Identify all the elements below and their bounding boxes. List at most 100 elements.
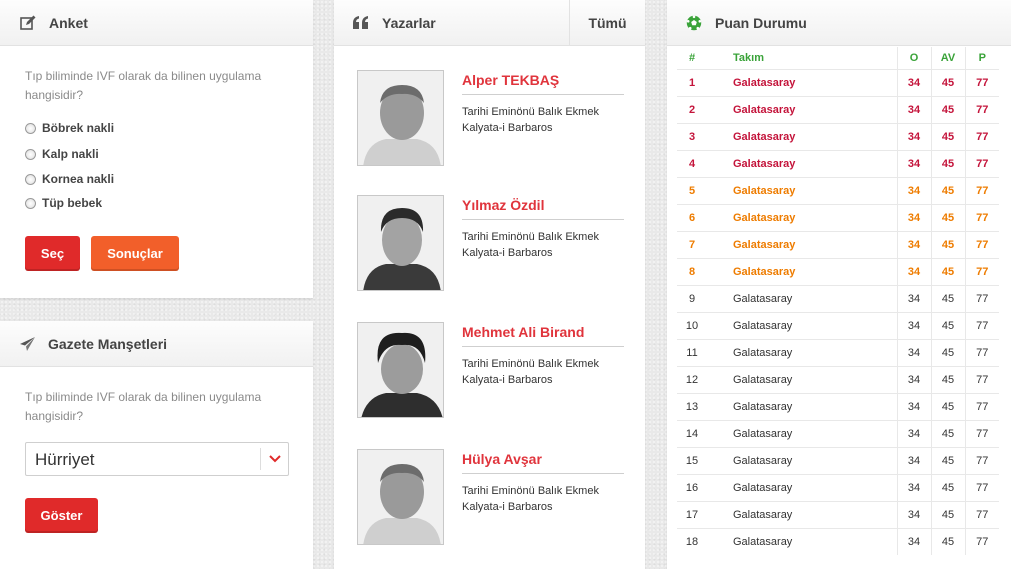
average-cell: 45 bbox=[930, 284, 965, 312]
rank-cell: 16 bbox=[677, 473, 707, 501]
team-name-cell: Galatasaray bbox=[707, 68, 897, 96]
author-article-title[interactable]: Tarihi Eminönü Balık Ekmek Kalyata-i Bar… bbox=[462, 229, 627, 261]
poll-header: Anket bbox=[0, 0, 313, 46]
played-cell: 34 bbox=[896, 230, 931, 258]
column-header-rank: # bbox=[677, 47, 707, 70]
played-cell: 34 bbox=[896, 176, 931, 204]
author-item[interactable]: Mehmet Ali Birand Tarihi Eminönü Balık E… bbox=[357, 322, 627, 418]
team-name-cell: Galatasaray bbox=[707, 230, 897, 258]
author-article-title[interactable]: Tarihi Eminönü Balık Ekmek Kalyata-i Bar… bbox=[462, 356, 627, 388]
table-row: 12 Galatasaray 34 45 77 bbox=[677, 365, 999, 393]
standings-title: Puan Durumu bbox=[715, 14, 807, 31]
column-header-average: AV bbox=[930, 47, 965, 70]
average-cell: 45 bbox=[930, 203, 965, 231]
average-cell: 45 bbox=[930, 95, 965, 123]
divider bbox=[462, 473, 624, 474]
all-authors-link[interactable]: Tümü bbox=[569, 0, 645, 46]
rank-cell: 15 bbox=[677, 446, 707, 474]
team-name-cell: Galatasaray bbox=[707, 473, 897, 501]
author-item[interactable]: Yılmaz Özdil Tarihi Eminönü Balık Ekmek … bbox=[357, 195, 627, 291]
quote-icon bbox=[352, 14, 370, 32]
rank-cell: 11 bbox=[677, 338, 707, 366]
points-cell: 77 bbox=[964, 527, 999, 555]
team-name-cell: Galatasaray bbox=[707, 149, 897, 177]
rank-cell: 13 bbox=[677, 392, 707, 420]
author-photo[interactable] bbox=[357, 449, 444, 545]
soccer-ball-icon bbox=[685, 14, 703, 32]
rank-cell: 7 bbox=[677, 230, 707, 258]
radio-button[interactable] bbox=[25, 197, 36, 209]
radio-button[interactable] bbox=[25, 148, 36, 160]
author-item[interactable]: Alper TEKBAŞ Tarihi Eminönü Balık Ekmek … bbox=[357, 70, 627, 166]
authors-header: Yazarlar Tümü bbox=[334, 0, 645, 46]
played-cell: 34 bbox=[896, 419, 931, 447]
poll-option-label: Kornea nakli bbox=[42, 172, 115, 186]
rank-cell: 8 bbox=[677, 257, 707, 285]
divider bbox=[462, 94, 624, 95]
average-cell: 45 bbox=[930, 149, 965, 177]
points-cell: 77 bbox=[964, 284, 999, 312]
vote-button[interactable]: Seç bbox=[25, 236, 80, 271]
paper-plane-icon bbox=[18, 335, 36, 353]
standings-panel: Puan Durumu # Takım O AV P 1 Galatasaray 3… bbox=[667, 0, 1011, 569]
author-photo[interactable] bbox=[357, 195, 444, 291]
author-item[interactable]: Hülya Avşar Tarihi Eminönü Balık Ekmek K… bbox=[357, 449, 627, 545]
played-cell: 34 bbox=[896, 365, 931, 393]
table-row: 6 Galatasaray 34 45 77 bbox=[677, 203, 999, 231]
poll-option-1[interactable]: Böbrek nakli bbox=[25, 121, 114, 135]
poll-option-4[interactable]: Tüp bebek bbox=[25, 196, 102, 210]
poll-option-3[interactable]: Kornea nakli bbox=[25, 172, 114, 186]
played-cell: 34 bbox=[896, 311, 931, 339]
column-header-team: Takım bbox=[707, 47, 897, 70]
table-row: 10 Galatasaray 34 45 77 bbox=[677, 311, 999, 339]
rank-cell: 9 bbox=[677, 284, 707, 312]
average-cell: 45 bbox=[930, 230, 965, 258]
newspaper-select[interactable]: Hürriyet bbox=[25, 442, 289, 476]
rank-cell: 10 bbox=[677, 311, 707, 339]
rank-cell: 2 bbox=[677, 95, 707, 123]
table-row: 16 Galatasaray 34 45 77 bbox=[677, 473, 999, 501]
edit-icon bbox=[19, 14, 37, 32]
headlines-title: Gazete Manşetleri bbox=[48, 335, 168, 352]
newspaper-select-value: Hürriyet bbox=[35, 450, 95, 469]
played-cell: 34 bbox=[896, 338, 931, 366]
team-name-cell: Galatasaray bbox=[707, 419, 897, 447]
divider bbox=[462, 346, 624, 347]
points-cell: 77 bbox=[964, 338, 999, 366]
average-cell: 45 bbox=[930, 311, 965, 339]
author-name[interactable]: Yılmaz Özdil bbox=[462, 197, 544, 213]
author-photo[interactable] bbox=[357, 322, 444, 418]
points-cell: 77 bbox=[964, 230, 999, 258]
headlines-header: Gazete Manşetleri bbox=[0, 321, 313, 367]
standings-body: 1 Galatasaray 34 45 77 2 Galatasaray 34 45 77 3 Gal… bbox=[677, 68, 999, 555]
average-cell: 45 bbox=[930, 527, 965, 555]
points-cell: 77 bbox=[964, 500, 999, 528]
poll-option-label: Kalp nakli bbox=[42, 147, 99, 161]
rank-cell: 18 bbox=[677, 527, 707, 555]
team-name-cell: Galatasaray bbox=[707, 203, 897, 231]
average-cell: 45 bbox=[930, 500, 965, 528]
show-button[interactable]: Göster bbox=[25, 498, 98, 533]
author-name[interactable]: Hülya Avşar bbox=[462, 451, 542, 467]
results-button[interactable]: Sonuçlar bbox=[91, 236, 179, 271]
radio-button[interactable] bbox=[25, 173, 36, 185]
author-article-title[interactable]: Tarihi Eminönü Balık Ekmek Kalyata-i Bar… bbox=[462, 483, 627, 515]
poll-option-2[interactable]: Kalp nakli bbox=[25, 147, 99, 161]
table-row: 11 Galatasaray 34 45 77 bbox=[677, 338, 999, 366]
radio-button[interactable] bbox=[25, 122, 36, 134]
team-name-cell: Galatasaray bbox=[707, 284, 897, 312]
chevron-down-icon[interactable] bbox=[260, 448, 288, 470]
standings-table: # Takım O AV P 1 Galatasaray 34 45 77 2 Galata… bbox=[677, 47, 999, 555]
played-cell: 34 bbox=[896, 284, 931, 312]
table-row: 14 Galatasaray 34 45 77 bbox=[677, 419, 999, 447]
average-cell: 45 bbox=[930, 122, 965, 150]
played-cell: 34 bbox=[896, 122, 931, 150]
average-cell: 45 bbox=[930, 68, 965, 96]
author-article-title[interactable]: Tarihi Eminönü Balık Ekmek Kalyata-i Bar… bbox=[462, 104, 627, 136]
rank-cell: 5 bbox=[677, 176, 707, 204]
team-name-cell: Galatasaray bbox=[707, 176, 897, 204]
author-photo[interactable] bbox=[357, 70, 444, 166]
author-name[interactable]: Mehmet Ali Birand bbox=[462, 324, 584, 340]
standings-header: Puan Durumu bbox=[667, 0, 1011, 46]
author-name[interactable]: Alper TEKBAŞ bbox=[462, 72, 559, 88]
